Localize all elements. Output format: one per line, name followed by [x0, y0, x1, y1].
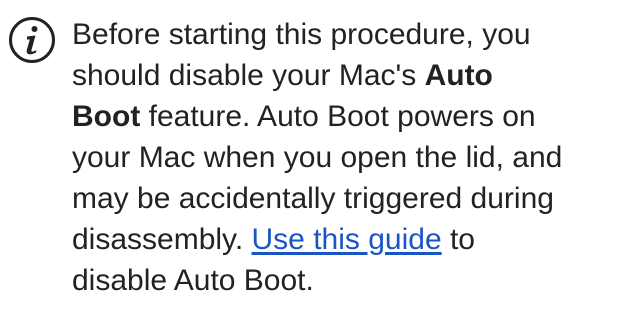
info-icon: [9, 17, 55, 63]
note-text-segment: Before starting this procedure, you: [72, 18, 531, 51]
bold-term: Auto: [424, 59, 493, 92]
note-text-segment: should disable your Mac's: [72, 59, 425, 92]
note-text-segment: to: [441, 223, 475, 256]
bold-term: Boot: [72, 100, 141, 133]
note-text: Before starting this procedure, you shoul…: [72, 14, 624, 301]
note-text-segment: may be accidentally triggered during: [72, 182, 554, 215]
note-text-segment: your Mac when you open the lid, and: [72, 141, 563, 174]
note-text-segment: disable Auto Boot.: [72, 264, 314, 297]
note-text-segment: feature. Auto Boot powers on: [140, 100, 536, 133]
use-this-guide-link[interactable]: Use this guide: [252, 223, 442, 256]
note-text-segment: disassembly.: [72, 223, 252, 256]
info-note: Before starting this procedure, you shoul…: [0, 0, 624, 335]
